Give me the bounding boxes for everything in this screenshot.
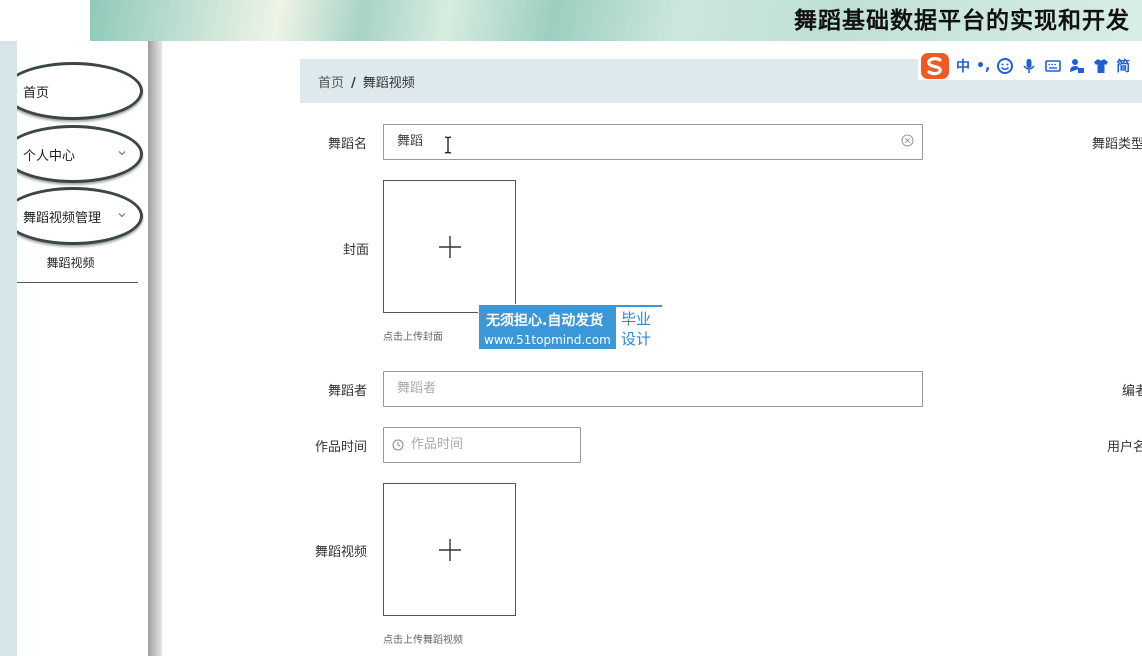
breadcrumb: 首页 / 舞蹈视频 xyxy=(318,72,415,91)
cover-label: 封面 xyxy=(343,243,370,258)
sidebar-item-dance-video-management[interactable]: 舞蹈视频管理 xyxy=(3,187,143,245)
watermark-text-block: 无须担心.自动发货 www.51topmind.com xyxy=(480,306,614,348)
dancer-input[interactable]: 舞蹈者 xyxy=(383,371,923,407)
username-label: 用户名 xyxy=(1107,440,1142,455)
header-banner: 舞蹈基础数据平台的实现和开发 xyxy=(90,0,1142,41)
breadcrumb-home[interactable]: 首页 xyxy=(318,76,344,91)
sidebar-item-home[interactable]: 首页 xyxy=(3,62,143,120)
keyboard-icon[interactable] xyxy=(1044,57,1062,75)
text-cursor-icon xyxy=(444,136,452,154)
clear-icon[interactable] xyxy=(901,134,914,147)
microphone-icon[interactable] xyxy=(1020,57,1038,75)
editor-label: 编者 xyxy=(1122,384,1142,399)
sidebar-item-label: 舞蹈视频管理 xyxy=(23,210,102,226)
sidebar-subitem-dance-video[interactable]: 舞蹈视频 xyxy=(3,244,138,283)
dance-name-input[interactable]: 舞蹈 xyxy=(383,124,923,160)
ime-simplified-toggle[interactable]: 简 xyxy=(1116,56,1130,76)
sidebar-item-label: 个人中心 xyxy=(23,148,76,164)
ime-toolbar: 中 •, 简 xyxy=(918,52,1142,80)
plus-icon xyxy=(439,539,461,561)
dance-name-label: 舞蹈名 xyxy=(328,137,368,152)
work-time-placeholder: 作品时间 xyxy=(411,437,464,452)
app-title: 舞蹈基础数据平台的实现和开发 xyxy=(794,8,1130,34)
watermark-badge: 毕业 设计 xyxy=(616,307,662,349)
cover-upload[interactable] xyxy=(383,180,516,313)
watermark-ad: 无须担心.自动发货 www.51topmind.com 毕业 设计 xyxy=(478,304,663,350)
sidebar-divider[interactable] xyxy=(148,41,162,656)
dance-video-label: 舞蹈视频 xyxy=(315,545,368,560)
watermark-badge-top: 毕业 xyxy=(621,310,652,328)
chevron-down-icon xyxy=(118,151,126,156)
dancer-label: 舞蹈者 xyxy=(328,384,368,399)
emoji-icon[interactable] xyxy=(996,57,1014,75)
watermark-url: www.51topmind.com xyxy=(484,333,611,347)
watermark-badge-bottom: 设计 xyxy=(621,330,652,348)
sogou-logo-icon[interactable] xyxy=(920,52,950,80)
dancer-placeholder: 舞蹈者 xyxy=(397,381,437,396)
work-time-picker[interactable]: 作品时间 xyxy=(383,427,581,463)
dance-video-upload-hint: 点击上传舞蹈视频 xyxy=(383,635,463,646)
dance-type-label: 舞蹈类型 xyxy=(1092,137,1142,152)
sidebar-item-label: 首页 xyxy=(23,85,50,101)
cover-upload-hint: 点击上传封面 xyxy=(383,332,443,343)
clock-icon xyxy=(392,439,404,451)
work-time-label: 作品时间 xyxy=(315,440,368,455)
sidebar-edge-strip xyxy=(0,41,17,656)
sidebar: 首页 个人中心 舞蹈视频管理 舞蹈视频 xyxy=(0,41,148,656)
app-root: 舞蹈基础数据平台的实现和开发 首页 个人中心 舞蹈视频管理 舞蹈视频 首页 / 舞蹈… xyxy=(0,0,1142,656)
ime-punct-toggle[interactable]: •, xyxy=(976,58,990,74)
ime-mode-toggle[interactable]: 中 xyxy=(956,56,970,76)
breadcrumb-separator: / xyxy=(351,76,356,91)
watermark-line1: 无须担心.自动发货 xyxy=(486,313,604,329)
user-toolbox-icon[interactable] xyxy=(1068,57,1086,75)
breadcrumb-current: 舞蹈视频 xyxy=(362,76,415,91)
dance-video-upload[interactable] xyxy=(383,483,516,616)
dance-name-value: 舞蹈 xyxy=(397,134,424,149)
plus-icon xyxy=(439,236,461,258)
skin-shirt-icon[interactable] xyxy=(1092,57,1110,75)
sidebar-item-personal-center[interactable]: 个人中心 xyxy=(3,125,143,183)
chevron-down-icon xyxy=(118,213,126,218)
